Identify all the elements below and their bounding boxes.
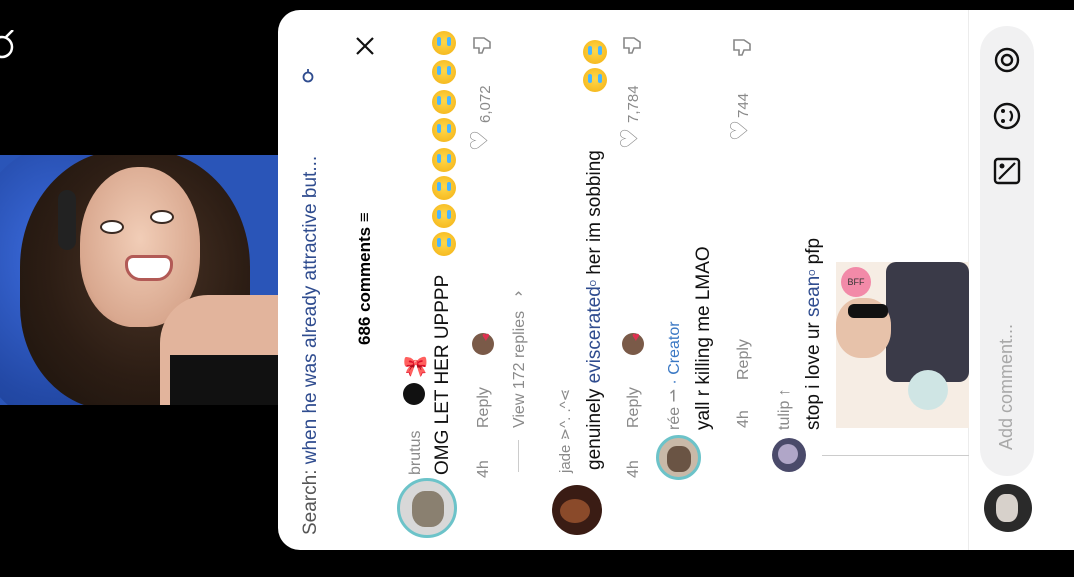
comment-text: genuinely evisceratedᴼ her im sobbing bbox=[584, 150, 605, 470]
search-icon[interactable]: ᴼ bbox=[588, 280, 602, 286]
avatar-jade[interactable] bbox=[552, 485, 602, 535]
crying-emoji bbox=[432, 176, 456, 200]
heart-icon[interactable]: ♡ bbox=[725, 120, 754, 142]
comment-username[interactable]: rée ⇀ · Creator bbox=[665, 310, 684, 430]
crying-emoji bbox=[583, 40, 607, 64]
sort-icon[interactable]: ≡ bbox=[355, 212, 374, 222]
crying-emoji bbox=[432, 31, 456, 55]
like-count: 744 bbox=[735, 92, 752, 118]
comments-count: 686 comments ≡ bbox=[355, 212, 374, 345]
headphones bbox=[58, 190, 76, 250]
creator-badge: · Creator bbox=[666, 321, 683, 385]
like-count: 6,072 bbox=[477, 85, 494, 123]
search-link[interactable]: eviscerated bbox=[584, 286, 605, 383]
heart-badge-icon: ♥ bbox=[482, 329, 490, 344]
comment-text: yall r killing me LMAO bbox=[693, 246, 714, 430]
comment-text: OMG LET HER UPPPP bbox=[432, 274, 453, 475]
thread-line bbox=[518, 440, 519, 472]
crying-emoji bbox=[583, 68, 607, 92]
comment-time: 4h bbox=[625, 460, 642, 478]
reply-button[interactable]: Reply bbox=[475, 378, 493, 428]
comment-time: 4h bbox=[735, 410, 752, 428]
search-icon[interactable] bbox=[301, 68, 317, 84]
close-icon[interactable] bbox=[354, 35, 376, 57]
search-suggestion[interactable]: Search: when he was already attractive b… bbox=[300, 70, 322, 535]
eye-left bbox=[100, 220, 124, 234]
current-user-avatar[interactable] bbox=[984, 484, 1032, 532]
thread-line bbox=[822, 455, 969, 456]
comment-text: stop i love ur seanᴼ pfp bbox=[803, 237, 824, 430]
mouth bbox=[125, 255, 173, 281]
view-replies-button[interactable]: View 172 replies ⌄ bbox=[510, 278, 529, 428]
mention-icon[interactable] bbox=[993, 46, 1021, 74]
comment-username[interactable]: jade ⋗^. .^⋖ bbox=[557, 368, 575, 473]
comment-image[interactable]: BFF bbox=[836, 262, 969, 428]
dislike-icon[interactable] bbox=[471, 33, 495, 55]
8-ball-icon bbox=[403, 383, 425, 405]
search-icon[interactable]: ᴼ bbox=[807, 270, 821, 276]
bff-sticker: BFF bbox=[841, 267, 871, 297]
crying-emoji bbox=[432, 90, 456, 114]
hoodie bbox=[886, 262, 969, 382]
comment-username[interactable]: tulip ↑ bbox=[776, 370, 794, 430]
like-count: 7,784 bbox=[625, 85, 642, 123]
heart-icon[interactable]: ♡ bbox=[615, 128, 644, 150]
sunglasses bbox=[848, 304, 888, 318]
emoji-icon[interactable] bbox=[993, 102, 1021, 130]
crying-emoji bbox=[432, 204, 456, 228]
bow-icon: 🎀 bbox=[403, 356, 428, 378]
filter-icon[interactable] bbox=[0, 29, 16, 64]
chevron-down-icon: ⌄ bbox=[511, 287, 528, 307]
reply-button[interactable]: Reply bbox=[625, 378, 643, 428]
avatar-tulip[interactable] bbox=[772, 438, 806, 472]
heart-badge-icon: ♥ bbox=[632, 329, 640, 344]
crying-emoji bbox=[432, 60, 456, 84]
search-link[interactable]: sean bbox=[803, 276, 824, 317]
avatar-brutus[interactable] bbox=[397, 478, 457, 538]
comment-time: 4h bbox=[475, 460, 492, 478]
video-preview[interactable] bbox=[0, 155, 278, 405]
comment-placeholder[interactable]: Add comment... bbox=[996, 300, 1017, 450]
crying-emoji bbox=[432, 148, 456, 172]
eye-right bbox=[150, 210, 174, 224]
sticker-burst bbox=[908, 370, 948, 410]
dislike-icon[interactable] bbox=[621, 33, 645, 55]
crying-emoji bbox=[432, 118, 456, 142]
heart-icon[interactable]: ♡ bbox=[465, 130, 494, 152]
dislike-icon[interactable] bbox=[731, 35, 755, 57]
reply-button[interactable]: Reply bbox=[735, 330, 753, 380]
avatar-ree[interactable] bbox=[656, 435, 701, 480]
crying-emoji bbox=[432, 232, 456, 256]
clothing bbox=[170, 355, 278, 405]
image-icon[interactable] bbox=[993, 157, 1021, 185]
